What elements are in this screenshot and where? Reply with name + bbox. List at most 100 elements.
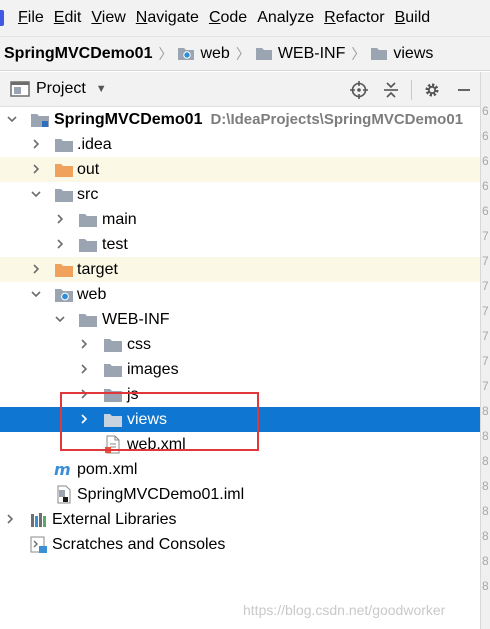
menu-code[interactable]: Code [209, 9, 247, 27]
chevron-right-icon[interactable] [78, 338, 90, 350]
gutter-line-number: 6 [482, 204, 489, 218]
breadcrumb: SpringMVCDemo01 〉 web 〉 WEB-INF 〉 views [0, 36, 490, 71]
gutter-line-number: 7 [482, 254, 489, 268]
breadcrumb-views[interactable]: views [370, 45, 433, 63]
chevron-right-icon: 〉 [158, 45, 173, 62]
tree-label: Scratches and Consoles [52, 536, 226, 553]
chevron-right-icon: 〉 [351, 45, 366, 62]
highlight-annotation-box [60, 392, 259, 451]
breadcrumb-project[interactable]: SpringMVCDemo01 [0, 45, 152, 63]
gutter-line-number: 7 [482, 354, 489, 368]
tree-row-web[interactable]: web [0, 282, 480, 307]
module-folder-icon [30, 110, 50, 129]
folder-icon [103, 360, 123, 379]
chevron-down-icon[interactable] [30, 188, 42, 200]
svg-text:m: m [54, 460, 71, 479]
project-tool-window-header: Project ▼ [0, 72, 480, 107]
folder-icon [255, 48, 272, 60]
gutter-line-number: 8 [482, 504, 489, 518]
gutter-line-number: 7 [482, 304, 489, 318]
maven-icon: m [54, 460, 74, 479]
tree-row-idea[interactable]: .idea [0, 132, 480, 157]
gutter-line-number: 8 [482, 479, 489, 493]
menu-label: avigate [147, 9, 199, 26]
menu-label: uild [405, 9, 431, 26]
chevron-right-icon[interactable] [78, 363, 90, 375]
excluded-folder-icon [54, 160, 74, 179]
chevron-right-icon[interactable] [4, 513, 16, 525]
breadcrumb-web[interactable]: web [177, 45, 230, 63]
tool-window-title[interactable]: Project [36, 80, 86, 98]
tree-label: css [127, 336, 151, 353]
chevron-down-icon[interactable] [54, 313, 66, 325]
collapse-all-icon[interactable] [375, 72, 407, 107]
gutter-line-number: 7 [482, 229, 489, 243]
menu-mnemonic: C [208, 9, 221, 26]
chevron-down-icon[interactable] [6, 113, 18, 125]
tree-row-project-root[interactable]: SpringMVCDemo01 D:\IdeaProjects\SpringMVC… [0, 107, 480, 132]
menu-mnemonic: F [18, 9, 28, 26]
gutter-line-number: 8 [482, 529, 489, 543]
editor-gutter: 6 6 6 6 6 7 7 7 7 7 7 7 8 8 8 8 8 8 8 8 [480, 72, 490, 629]
tree-row-css[interactable]: css [0, 332, 480, 357]
chevron-right-icon[interactable] [30, 263, 42, 275]
web-folder-icon [54, 285, 74, 304]
tree-row-pom-xml[interactable]: m pom.xml [0, 457, 480, 482]
breadcrumb-web-inf[interactable]: WEB-INF [255, 45, 345, 63]
web-folder-icon [178, 48, 195, 60]
menu-analyze[interactable]: Analyze [257, 9, 314, 27]
tree-label: out [77, 161, 100, 178]
scratches-icon [29, 535, 49, 554]
folder-icon [54, 185, 74, 204]
breadcrumb-label: SpringMVCDemo01 [4, 44, 153, 62]
dropdown-caret-icon[interactable]: ▼ [96, 83, 107, 95]
folder-icon [78, 310, 98, 329]
chevron-down-icon[interactable] [30, 288, 42, 300]
tree-row-iml[interactable]: SpringMVCDemo01.iml [0, 482, 480, 507]
menu-bar: File Edit View Navigate Code Analyze Ref… [0, 0, 490, 36]
menu-build[interactable]: Build [395, 9, 431, 27]
menu-file[interactable]: File [18, 9, 44, 27]
folder-icon [54, 135, 74, 154]
menu-label: ile [27, 9, 44, 26]
menu-navigate[interactable]: Navigate [136, 9, 199, 27]
gutter-line-number: 6 [482, 179, 489, 193]
tree-label: images [127, 361, 179, 378]
tree-label: pom.xml [77, 461, 138, 478]
crosshair-icon[interactable] [343, 72, 375, 107]
tree-row-images[interactable]: images [0, 357, 480, 382]
menu-edit[interactable]: Edit [54, 9, 82, 27]
folder-icon [371, 48, 388, 60]
tree-row-scratches[interactable]: Scratches and Consoles [0, 532, 480, 557]
menu-refactor[interactable]: Refactor [324, 9, 384, 27]
chevron-right-icon[interactable] [30, 138, 42, 150]
tree-label: .idea [77, 136, 112, 153]
tree-label: test [102, 236, 128, 253]
tree-row-out[interactable]: out [0, 157, 480, 182]
tree-row-src[interactable]: src [0, 182, 480, 207]
gutter-line-number: 8 [482, 554, 489, 568]
chevron-right-icon[interactable] [54, 238, 66, 250]
tree-row-external-libraries[interactable]: External Libraries [0, 507, 480, 532]
tree-row-web-inf[interactable]: WEB-INF [0, 307, 480, 332]
app-logo-icon [0, 10, 4, 26]
tree-label: web [77, 286, 107, 303]
project-path: D:\IdeaProjects\SpringMVCDemo01 [210, 111, 464, 128]
tree-label: WEB-INF [102, 311, 170, 328]
breadcrumb-label: views [393, 44, 434, 62]
tree-label: SpringMVCDemo01 D:\IdeaProjects\SpringMVC… [54, 110, 463, 129]
gear-icon[interactable] [416, 72, 448, 107]
chevron-right-icon[interactable] [54, 213, 66, 225]
tree-label: External Libraries [52, 511, 177, 528]
menu-view[interactable]: View [91, 9, 125, 27]
tree-row-target[interactable]: target [0, 257, 480, 282]
tree-row-main[interactable]: main [0, 207, 480, 232]
tree-label: main [102, 211, 137, 228]
watermark-text: https://blog.csdn.net/goodworker [243, 602, 446, 618]
gutter-line-number: 8 [482, 404, 489, 418]
gutter-line-number: 7 [482, 379, 489, 393]
chevron-right-icon[interactable] [30, 163, 42, 175]
chevron-right-icon: 〉 [235, 45, 250, 62]
minimize-icon[interactable] [448, 72, 480, 107]
tree-row-test[interactable]: test [0, 232, 480, 257]
